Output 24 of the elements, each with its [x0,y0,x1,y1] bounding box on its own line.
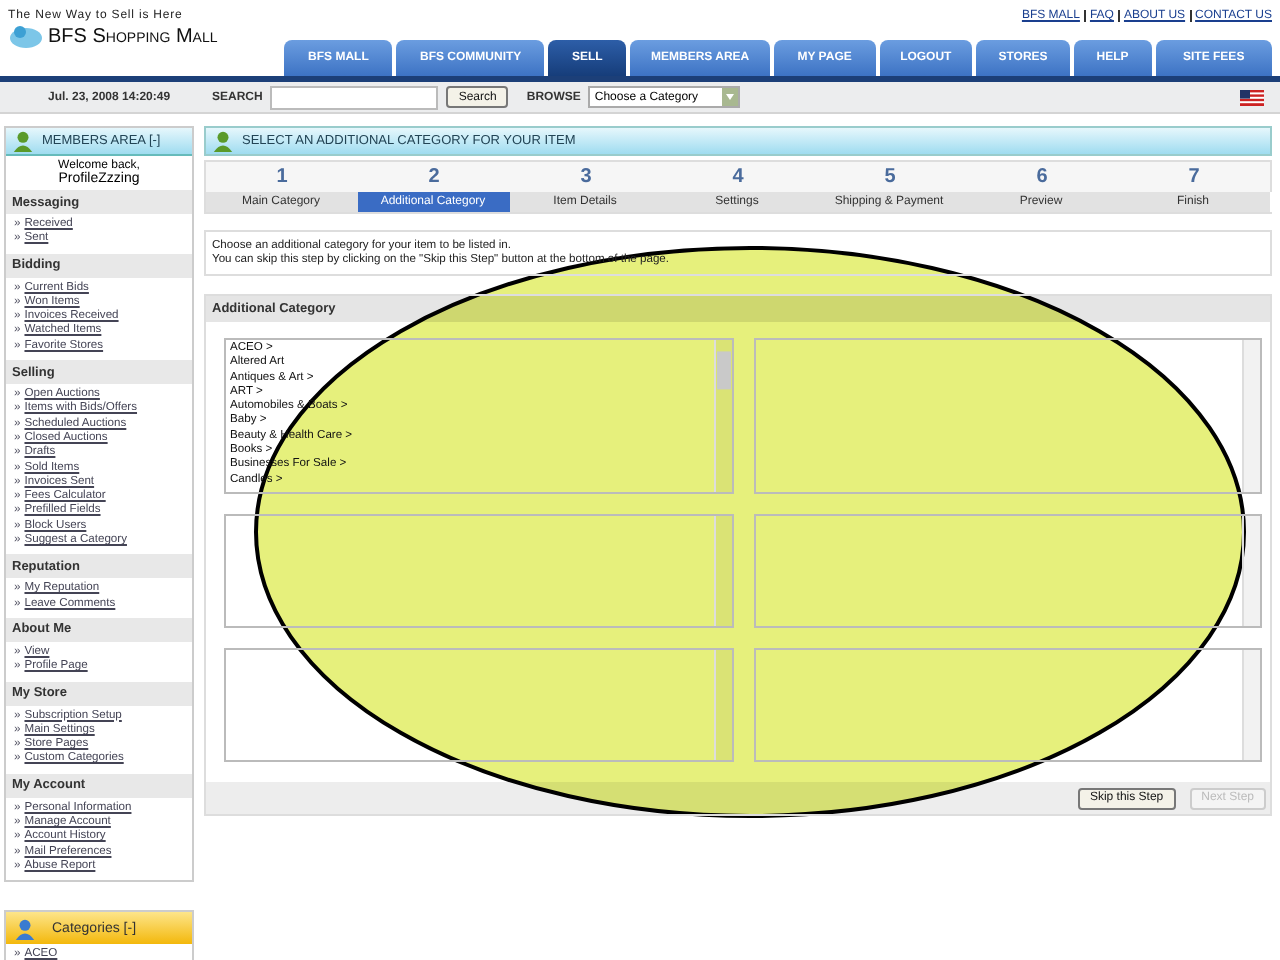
search-field[interactable] [270,85,439,109]
step-number: 6 [1036,164,1048,192]
step-number: 2 [428,164,440,192]
step-number: 7 [1188,164,1200,192]
step-number: 3 [580,164,592,192]
category-list[interactable] [753,338,1262,494]
scrollbar[interactable] [713,650,731,760]
scrollbar[interactable] [1242,516,1260,626]
scrollbar[interactable] [713,516,731,626]
category-list[interactable] [224,648,733,762]
scrollbar[interactable] [1242,650,1260,760]
caret-icon[interactable] [722,88,739,106]
step-number: 4 [732,164,744,192]
step-number: 5 [884,164,896,192]
category-list[interactable] [753,648,1262,762]
logo-icon [8,22,44,50]
scrollbar[interactable] [1242,340,1260,492]
member-icon [12,130,34,152]
category-list[interactable] [224,514,733,628]
category-icon [14,917,36,940]
flag-icon[interactable] [1240,89,1264,105]
step-number: 1 [276,164,288,192]
member-icon [212,130,234,152]
logo[interactable]: BFS Shopping Mall [48,25,218,47]
